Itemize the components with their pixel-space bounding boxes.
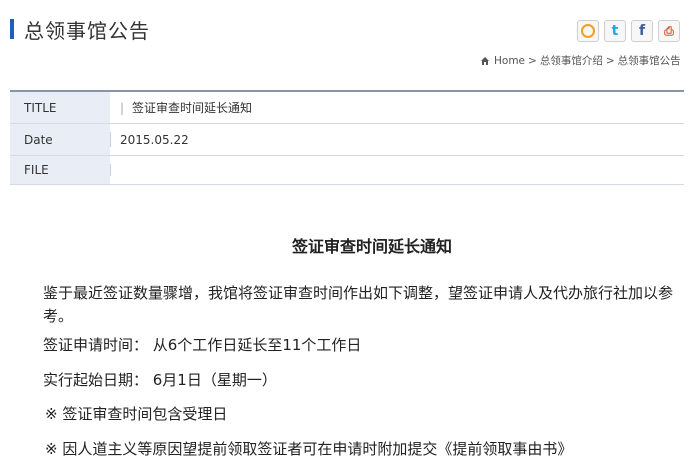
- article-content: 签证审查时间延长通知 鉴于最近签证数量骤增，我馆将签证审查时间作出如下调整，望签…: [10, 233, 684, 458]
- date-label: Date: [10, 124, 110, 155]
- twitter-share-button[interactable]: t: [604, 20, 626, 42]
- facebook-icon: f: [638, 23, 646, 39]
- date-value: 2015.05.22: [120, 132, 189, 147]
- breadcrumb-current[interactable]: 总领事馆公告: [618, 53, 681, 68]
- note-2: ※ 因人道主义等原因望提前领取签证者可在申请时附加提交《提前领取事由书》: [45, 440, 573, 458]
- info-row-date: Date 2015.05.22: [10, 124, 684, 156]
- title-label: TITLE: [10, 92, 110, 123]
- file-label: FILE: [10, 156, 110, 184]
- home-icon: [481, 56, 489, 65]
- info-row-title: TITLE 签证审查时间延长通知: [10, 92, 684, 124]
- start-date: 实行起始日期： 6月1日（星期一）: [43, 371, 277, 389]
- breadcrumb-separator: >: [605, 54, 615, 67]
- print-icon: ⎙: [664, 23, 674, 38]
- print-button[interactable]: ⎙: [658, 20, 680, 42]
- info-table: TITLE 签证审查时间延长通知 Date 2015.05.22 FILE: [10, 90, 684, 185]
- breadcrumb-about[interactable]: 总领事馆介绍: [540, 53, 603, 68]
- qq-share-button[interactable]: [577, 20, 599, 42]
- application-time: 签证申请时间： 从6个工作日延长至11个工作日: [43, 336, 362, 354]
- qq-icon: [581, 24, 595, 38]
- title-accent-bar: [10, 19, 14, 39]
- info-row-file: FILE: [10, 156, 684, 185]
- file-value: [111, 156, 684, 184]
- twitter-icon: t: [611, 23, 619, 39]
- note-1: ※ 签证审查时间包含受理日: [45, 405, 228, 423]
- breadcrumb-home[interactable]: Home: [494, 55, 525, 67]
- page-title: 总领事馆公告: [24, 19, 150, 43]
- page-header: 总领事馆公告 t f ⎙: [0, 0, 700, 52]
- facebook-share-button[interactable]: f: [631, 20, 653, 42]
- article-paragraph: 鉴于最近签证数量骤增，我馆将签证审查时间作出如下调整，望签证申请人及代办旅行社加…: [43, 284, 674, 325]
- article-heading: 签证审查时间延长通知: [291, 237, 452, 256]
- title-value: 签证审查时间延长通知: [111, 92, 684, 123]
- breadcrumb-separator: >: [528, 54, 537, 67]
- breadcrumb: Home > 总领事馆介绍 > 总领事馆公告: [480, 53, 681, 68]
